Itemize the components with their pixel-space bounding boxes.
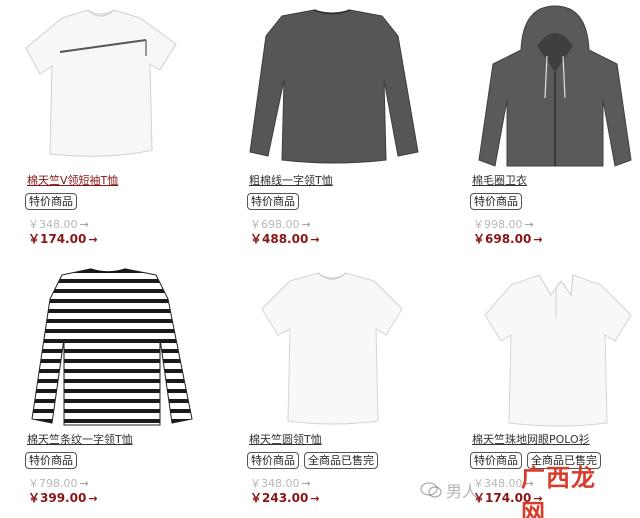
arrow-icon: → — [88, 233, 98, 246]
badge-group: 特价商品 全商品已售完 — [247, 452, 378, 469]
striped-longsleeve-image — [31, 268, 193, 426]
product-card[interactable]: 棉毛圈卫衣 特价商品 ￥998.00 → ￥698.00 → — [445, 0, 640, 259]
product-title[interactable]: 棉天竺V领短袖T恤 — [27, 174, 118, 187]
sold-out-badge: 全商品已售完 — [304, 452, 378, 469]
original-price-value: ￥998.00 — [473, 218, 523, 231]
sale-price: ￥243.00 → — [250, 491, 320, 506]
original-price: ￥798.00 → — [28, 477, 89, 490]
product-title[interactable]: 棉天竺条纹一字领T恤 — [27, 433, 133, 446]
badge-group: 特价商品 — [247, 193, 299, 210]
product-title[interactable]: 棉毛圈卫衣 — [472, 174, 527, 187]
sale-price: ￥174.00 → — [28, 232, 98, 247]
white-polo-image — [484, 274, 632, 427]
product-title[interactable]: 棉天竺珠地网眼POLO衫 — [472, 433, 590, 446]
wechat-icon — [420, 482, 442, 498]
badge-group: 特价商品 — [25, 452, 77, 469]
product-image[interactable] — [445, 0, 640, 168]
original-price: ￥348.00 → — [250, 477, 311, 490]
site-logo: 广西龙网 — [521, 464, 596, 518]
arrow-icon: → — [301, 477, 311, 490]
product-image[interactable] — [445, 259, 640, 427]
product-image[interactable] — [0, 0, 200, 168]
sale-price-value: ￥243.00 — [250, 491, 309, 505]
sale-price-value: ￥399.00 — [28, 491, 87, 505]
product-image[interactable] — [0, 259, 200, 427]
product-card[interactable]: 棉天竺V领短袖T恤 特价商品 ￥348.00 → ￥174.00 → — [0, 0, 200, 259]
sale-price-value: ￥488.00 — [250, 232, 309, 246]
original-price-value: ￥698.00 — [250, 218, 300, 231]
sale-price: ￥698.00 → — [473, 232, 543, 247]
sale-price-value: ￥698.00 — [473, 232, 532, 246]
sale-price: ￥488.00 → — [250, 232, 320, 247]
sale-price: ￥399.00 → — [28, 491, 98, 506]
arrow-icon: → — [301, 218, 311, 231]
special-offer-badge: 特价商品 — [247, 193, 299, 210]
arrow-icon: → — [310, 492, 320, 505]
arrow-icon: → — [310, 233, 320, 246]
product-card[interactable]: 棉天竺条纹一字领T恤 特价商品 ￥798.00 → ￥399.00 → — [0, 259, 200, 518]
badge-group: 特价商品 — [25, 193, 77, 210]
arrow-icon: → — [524, 218, 534, 231]
original-price-value: ￥348.00 — [250, 477, 300, 490]
arrow-icon: → — [88, 492, 98, 505]
original-price: ￥348.00 → — [28, 218, 89, 231]
special-offer-badge: 特价商品 — [25, 193, 77, 210]
product-title[interactable]: 棉天竺圆领T恤 — [249, 433, 322, 446]
product-grid: 棉天竺V领短袖T恤 特价商品 ￥348.00 → ￥174.00 → 粗棉线一字领T… — [0, 0, 640, 518]
original-price-value: ￥348.00 — [28, 218, 78, 231]
arrow-icon: → — [79, 218, 89, 231]
white-crew-tshirt-image — [261, 272, 403, 425]
arrow-icon: → — [79, 477, 89, 490]
original-price-value: ￥798.00 — [28, 477, 78, 490]
special-offer-badge: 特价商品 — [25, 452, 77, 469]
gray-longsleeve-image — [249, 9, 419, 164]
badge-group: 特价商品 — [470, 193, 522, 210]
product-image[interactable] — [222, 259, 422, 427]
special-offer-badge: 特价商品 — [247, 452, 299, 469]
special-offer-badge: 特价商品 — [470, 452, 522, 469]
watermark-text: 男人 — [446, 482, 479, 501]
original-price: ￥998.00 → — [473, 218, 534, 231]
product-card[interactable]: 粗棉线一字领T恤 特价商品 ￥698.00 → ￥488.00 → — [222, 0, 422, 259]
product-title[interactable]: 粗棉线一字领T恤 — [249, 174, 333, 187]
special-offer-badge: 特价商品 — [470, 193, 522, 210]
sale-price-value: ￥174.00 — [28, 232, 87, 246]
product-image[interactable] — [222, 0, 422, 168]
product-card[interactable]: 棉天竺圆领T恤 特价商品 全商品已售完 ￥348.00 → ￥243.00 → — [222, 259, 422, 518]
gray-hoodie-image — [478, 5, 632, 167]
original-price: ￥698.00 → — [250, 218, 311, 231]
white-tshirt-image — [25, 9, 177, 157]
arrow-icon: → — [533, 233, 543, 246]
